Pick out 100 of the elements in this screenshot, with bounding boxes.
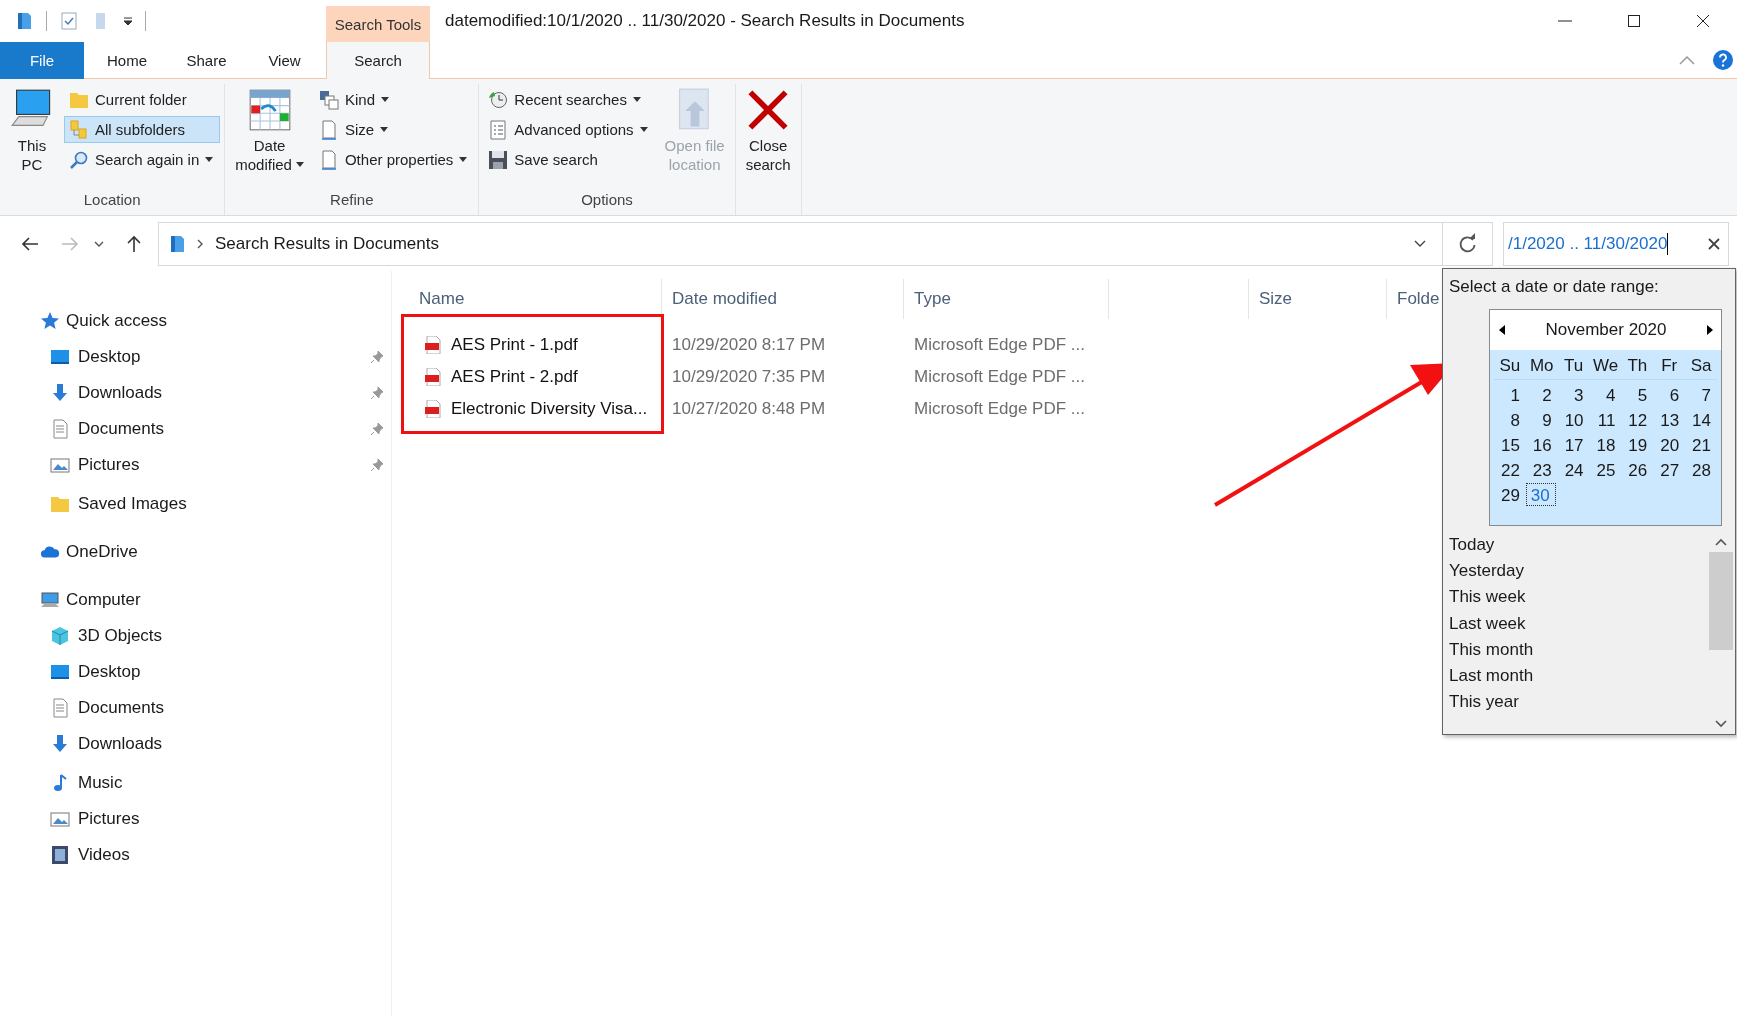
calendar-day[interactable]: 13 [1653,408,1686,431]
nav-item[interactable]: Quick access [0,303,391,339]
picture-icon [50,455,70,475]
checkmark-document-icon[interactable] [59,11,79,31]
calendar-day[interactable]: 24 [1557,458,1590,481]
clear-icon[interactable] [1708,237,1720,250]
ribbon-tab[interactable]: Search [326,42,430,79]
nav-item[interactable]: Downloads [0,375,391,411]
chevron-up-icon[interactable] [1679,55,1695,65]
nav-item[interactable]: OneDrive [0,534,391,570]
calendar-day[interactable]: 7 [1685,383,1717,406]
refresh-icon [1457,233,1478,254]
calendar-day[interactable]: 5 [1621,383,1654,406]
ribbon-large-button[interactable]: This PC [4,84,60,189]
calendar-day[interactable]: 2 [1525,383,1558,406]
calendar-day[interactable]: 30 [1525,483,1556,506]
date-range-option[interactable]: Today [1449,532,1709,559]
pin-icon[interactable] [370,386,384,400]
calendar-day[interactable]: 10 [1557,408,1590,431]
group-label: Refine [329,190,375,210]
date-range-option[interactable]: This week [1449,584,1709,611]
ribbon-button[interactable]: Current folder [64,86,221,113]
calendar-day[interactable]: 12 [1621,408,1654,431]
column-header[interactable]: Date modified [672,289,777,309]
calendar-day[interactable]: 14 [1685,408,1717,431]
nav-item[interactable]: Downloads [0,726,391,762]
column-header[interactable]: Name [419,289,465,309]
calendar-day[interactable]: 27 [1653,458,1686,481]
calendar-day[interactable]: 26 [1621,458,1654,481]
calendar-day[interactable]: 11 [1589,408,1622,431]
ribbon-button[interactable]: Save search [483,146,655,173]
nav-item[interactable]: Documents [0,411,391,447]
date-range-option[interactable]: Last week [1449,610,1709,637]
dropdown-icon[interactable] [123,16,133,26]
scroll-down-icon[interactable] [1715,720,1727,728]
calendar-day[interactable]: 28 [1685,458,1717,481]
nav-item[interactable]: Desktop [0,339,391,375]
nav-item[interactable]: 3D Objects [0,618,391,654]
next-month-icon[interactable] [1707,325,1713,335]
ribbon-large-button[interactable]: Date modified [229,84,310,189]
nav-item[interactable]: Desktop [0,654,391,690]
scroll-up-icon[interactable] [1715,538,1727,546]
ribbon-button[interactable]: Recent searches [483,86,655,113]
calendar-day[interactable]: 16 [1525,433,1558,456]
calendar-day[interactable]: 4 [1589,383,1622,406]
pin-icon[interactable] [370,350,384,364]
ribbon-tab[interactable]: Home [84,42,170,79]
nav-item[interactable]: Documents [0,690,391,726]
calendar-day[interactable]: 9 [1525,408,1558,431]
nav-item[interactable]: Pictures [0,447,391,483]
file-tab[interactable]: File [0,42,84,79]
calendar-day[interactable]: 8 [1494,408,1526,431]
calendar-day[interactable]: 29 [1494,483,1526,506]
date-range-option[interactable]: This year [1449,689,1709,716]
search-field[interactable]: /1/2020 .. 11/30/2020 [1503,221,1729,266]
calendar-day[interactable]: 20 [1653,433,1686,456]
pin-icon[interactable] [370,458,384,472]
column-header[interactable]: Size [1259,289,1293,309]
calendar-day[interactable]: 18 [1589,433,1622,456]
column-header[interactable]: Folde [1397,289,1440,309]
date-range-option[interactable]: Yesterday [1449,558,1709,585]
calendar-day[interactable]: 15 [1494,433,1526,456]
date-range-option[interactable]: This month [1449,636,1709,663]
nav-item[interactable]: Pictures [0,801,391,837]
ribbon-button[interactable]: All subfolders [64,116,221,143]
calendar-day[interactable]: 23 [1525,458,1558,481]
chevron-down-icon[interactable] [1414,240,1426,247]
previous-month-icon[interactable] [1499,325,1505,335]
nav-item[interactable]: Videos [0,837,391,873]
calendar-day[interactable]: 17 [1557,433,1590,456]
chevron-down-icon[interactable] [94,240,104,247]
ribbon-button[interactable]: Other properties [313,146,475,173]
calendar-day[interactable]: 21 [1685,433,1717,456]
calendar-day[interactable]: 3 [1557,383,1590,406]
list-icon [488,119,509,140]
refresh-button[interactable] [1443,221,1493,266]
nav-item[interactable]: Music [0,765,391,801]
file-type: Microsoft Edge PDF ... [914,399,1085,418]
ribbon-large-button[interactable]: Close search [739,84,797,215]
pin-icon[interactable] [370,422,384,436]
ribbon-tab[interactable]: Share [170,42,243,79]
calendar-day[interactable]: 6 [1653,383,1686,406]
address-bar[interactable]: Search Results in Documents [158,221,1443,266]
calendar-day[interactable]: 1 [1494,383,1526,406]
ribbon-button[interactable]: Search again in [64,146,221,173]
column-header[interactable]: Type [914,289,951,309]
ribbon-tab[interactable]: View [243,42,326,79]
calendar-day[interactable]: 25 [1589,458,1622,481]
date-range-option[interactable]: Last month [1449,662,1709,690]
ribbon-button[interactable]: Size [313,116,475,143]
weekday-label: Th [1626,355,1649,377]
calendar-day[interactable]: 19 [1621,433,1654,456]
nav-item[interactable]: Saved Images [0,486,391,522]
ribbon-button[interactable]: Kind [313,86,475,113]
weekday-label: Mo [1528,355,1555,377]
calendar-day[interactable]: 22 [1494,458,1526,481]
download-arrow-icon [50,383,70,403]
help-icon[interactable] [1713,50,1733,70]
ribbon-button[interactable]: Advanced options [483,116,655,143]
nav-item[interactable]: Computer [0,582,391,618]
